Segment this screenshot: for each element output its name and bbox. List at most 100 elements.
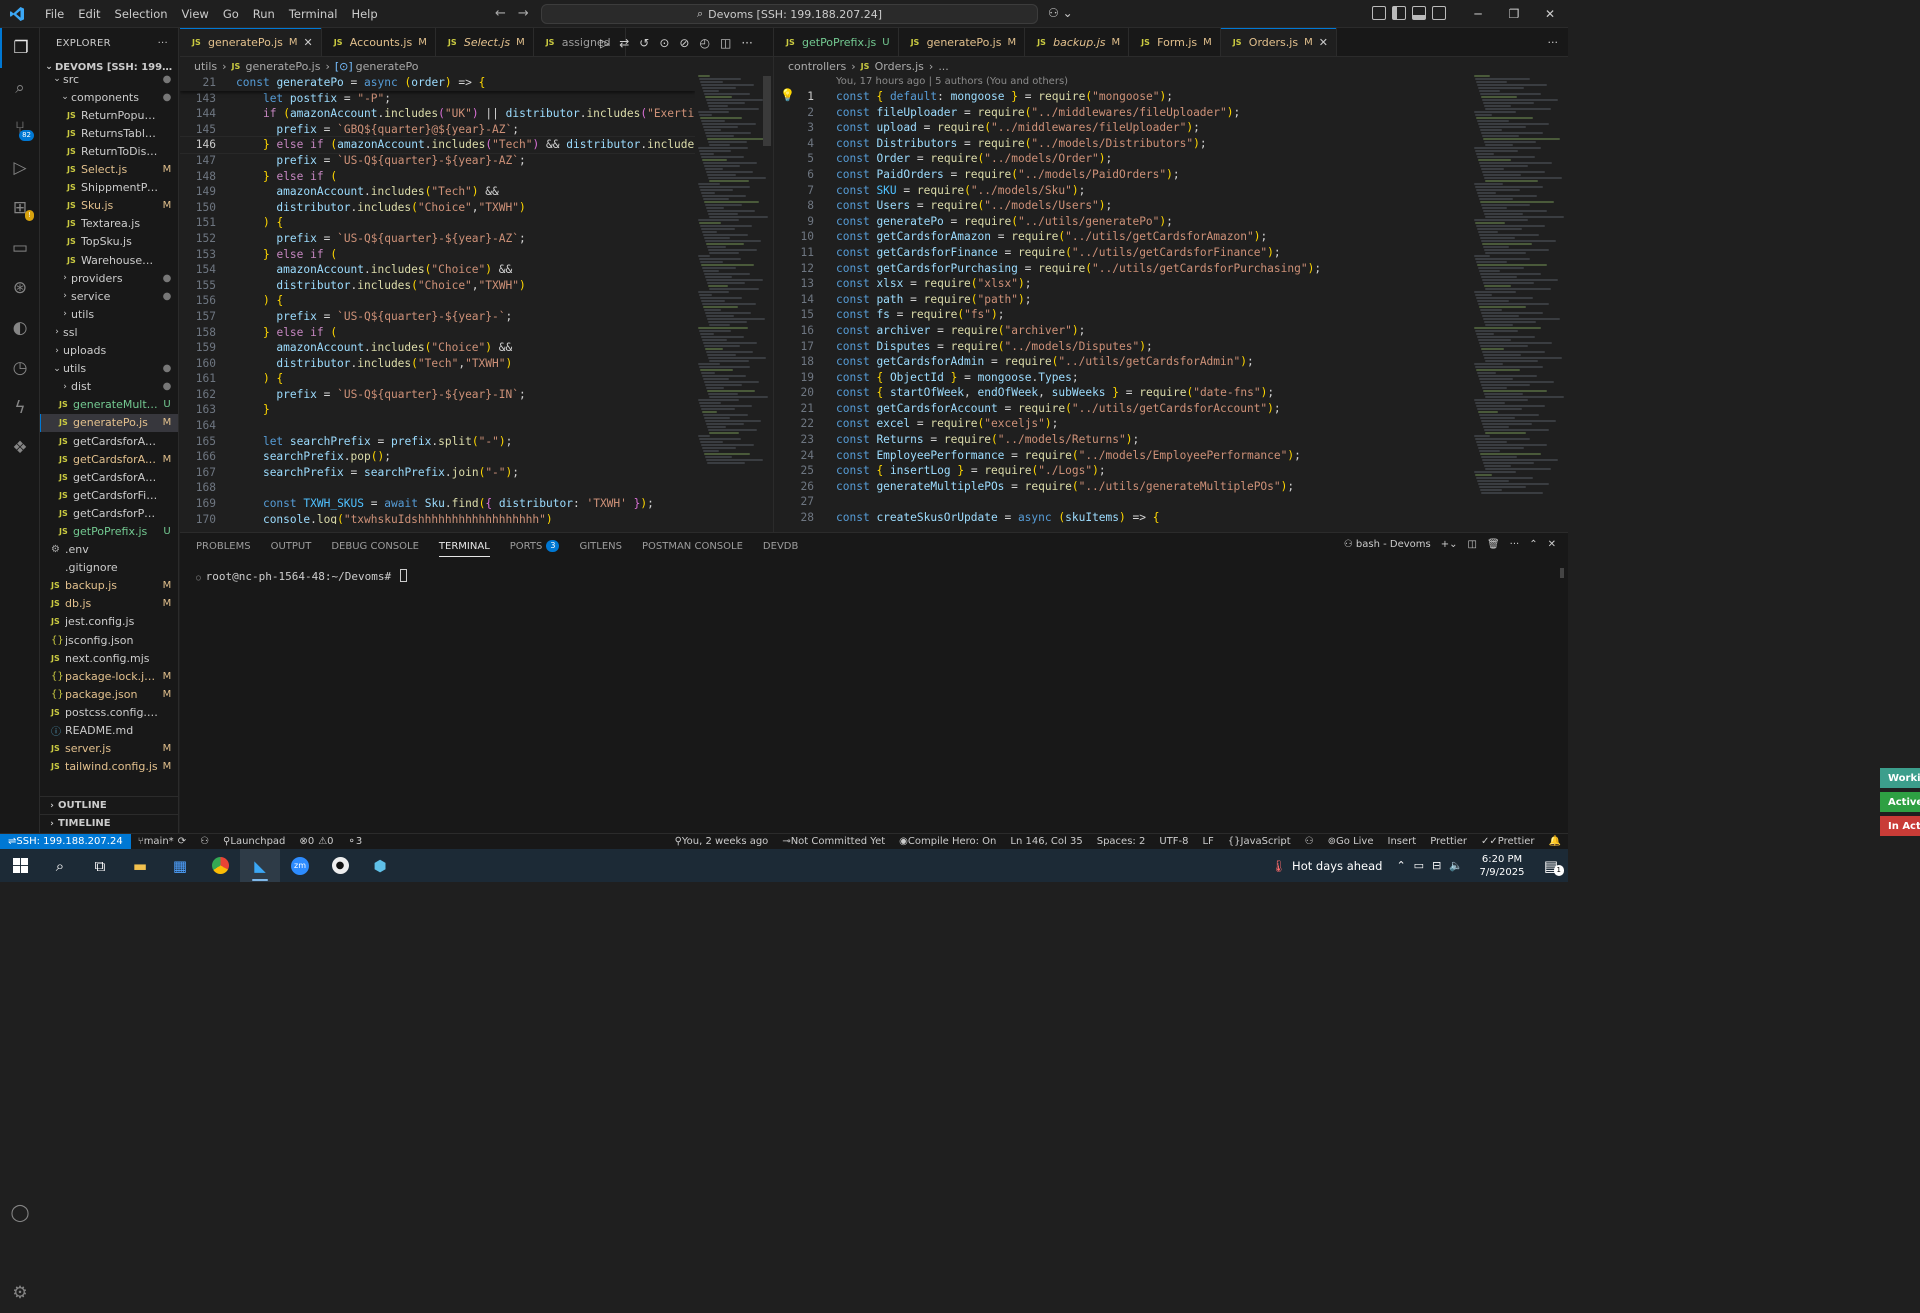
gitlens-icon[interactable]: ⊛ [0,268,40,308]
code-line[interactable]: 168 [180,480,695,496]
right-code-area[interactable]: 1 const { default: mongoose } = require("… [774,89,1469,529]
menu-help[interactable]: Help [344,7,384,21]
branch-indicator[interactable]: ⑂ main* ⟳ [131,836,193,847]
revert-icon[interactable]: ↺ [639,36,649,50]
prev-change-icon[interactable]: ⊙ [659,36,669,50]
code-line[interactable]: 158 } else if ( [180,325,695,341]
blame-status[interactable]: ⚲ You, 2 weeks ago [668,836,776,847]
tree-item[interactable]: JS TopSku.js [40,233,178,251]
close-tab-icon[interactable]: ✕ [1319,36,1328,49]
code-line[interactable]: 26 const generateMultiplePOs = require(".… [774,479,1469,495]
right-minimap[interactable] [1474,74,1564,524]
tree-item[interactable]: JS jest.config.js [40,613,178,631]
outline-section[interactable]: › OUTLINE [40,796,178,814]
weather-widget[interactable]: 🌡 Hot days ahead [1264,859,1389,873]
code-line[interactable]: 7 const SKU = require("../models/Sku"); [774,183,1469,199]
zoom-icon[interactable]: zm [280,849,320,882]
more-actions-icon[interactable]: ··· [1510,539,1520,550]
terminal-profile[interactable]: ⚇ bash - Devoms [1344,539,1431,550]
tree-item[interactable]: JS getCardsforPurchasi... [40,504,178,522]
new-terminal-icon[interactable]: +⌄ [1441,539,1458,550]
code-line[interactable]: 156 ) { [180,293,695,309]
tree-item[interactable]: JS generateMulti... U [40,396,178,414]
codelens-blame[interactable]: You, 17 hours ago | 5 authors (You and o… [774,75,1568,89]
maximize-panel-icon[interactable]: ⌃ [1529,539,1537,550]
editor-tab[interactable]: JS generatePo.js M [899,28,1026,56]
editor-tab[interactable]: JS getPoPrefix.js U [774,28,899,56]
run-icon[interactable]: ▷ [600,36,609,50]
tree-item[interactable]: › providers ● [40,269,178,287]
left-minimap[interactable] [698,74,769,524]
launchpad-item[interactable]: ⚲ Launchpad [216,836,292,847]
toast-active[interactable]: Active [1880,792,1920,812]
code-line[interactable]: 150 distributor.includes("Choice","TXWH"… [180,200,695,216]
windows-start-icon[interactable] [0,849,40,882]
kill-terminal-icon[interactable]: 🗑 [1487,539,1500,550]
code-line[interactable]: 9 const generatePo = require("../utils/ge… [774,214,1469,230]
code-line[interactable]: 4 const Distributors = require("../models… [774,136,1469,152]
tree-item[interactable]: JS server.js M [40,740,178,758]
code-line[interactable]: 154 amazonAccount.includes("Choice") && [180,262,695,278]
editor-tab[interactable]: JS Accounts.js M [322,28,436,56]
chrome-icon[interactable] [200,849,240,882]
tree-item[interactable]: › ssl [40,323,178,341]
terminal-scrollbar[interactable] [1560,568,1564,578]
code-line[interactable]: 12 const getCardsforPurchasing = require(… [774,261,1469,277]
code-line[interactable]: 146 } else if (amazonAccount.includes("T… [180,136,695,154]
tree-item[interactable]: JS getCardsforAd... M [40,450,178,468]
breadcrumb-item[interactable]: Orders.js [875,60,924,73]
code-line[interactable]: 10 const getCardsforAmazon = require("../… [774,229,1469,245]
prettier-check-status[interactable]: ✓✓ Prettier [1474,836,1542,847]
code-line[interactable]: 19 const { ObjectId } = mongoose.Types; [774,370,1469,386]
tree-item[interactable]: JS ReturnsTable.js [40,124,178,142]
go-live-button[interactable]: ⊚ Go Live [1321,836,1381,847]
code-line[interactable]: 13 const xlsx = require("xlsx"); [774,276,1469,292]
clock[interactable]: 6:20 PM 7/9/2025 [1470,853,1534,879]
compare-icon[interactable]: ⇄ [619,36,629,50]
editor-tab[interactable]: JS generatePo.js M ✕ [180,28,322,56]
code-line[interactable]: 144 if (amazonAccount.includes("UK") || … [180,106,695,122]
code-line[interactable]: 14 const path = require("path"); [774,292,1469,308]
code-line[interactable]: 1 const { default: mongoose } = require("… [774,89,1469,105]
taskbar-search-icon[interactable]: ⌕ [40,849,80,882]
terminal[interactable]: ○ root@nc-ph-1564-48:~/Devoms# [180,559,1568,593]
code-line[interactable]: 18 const getCardsforAdmin = require("../u… [774,354,1469,370]
search-view-icon[interactable]: ⌕ [0,68,40,108]
back-arrow-icon[interactable]: ← [495,6,518,21]
panel-tab-ports[interactable]: PORTS 3 [510,533,560,559]
code-line[interactable]: 161 ) { [180,371,695,387]
tree-item[interactable]: JS backup.js M [40,577,178,595]
tree-item[interactable]: ⚙ .env [40,541,178,559]
tree-item[interactable]: ⌄ utils ● [40,360,178,378]
restore-icon[interactable]: ❐ [1496,7,1532,21]
code-line[interactable]: 2 const fileUploader = require("../middle… [774,105,1469,121]
settings-gear-icon[interactable]: ⚙ [0,1273,40,1313]
editor-tab[interactable]: JS Select.js M [436,28,534,56]
split-editor-icon[interactable]: ◫ [720,36,731,50]
insert-mode[interactable]: Insert [1381,836,1424,847]
code-line[interactable]: 151 ) { [180,215,695,231]
toast-inactive[interactable]: In Acti [1880,816,1920,836]
action-center-icon[interactable]: ▤ 1 [1534,849,1568,882]
volume-icon[interactable]: 🔈 [1449,859,1463,872]
source-control-icon[interactable]: ⑂ 82 [0,108,40,148]
tree-item[interactable]: JS WarehouseReturn.js [40,251,178,269]
menu-go[interactable]: Go [216,7,246,21]
code-line[interactable]: 23 const Returns = require("../models/Ret… [774,432,1469,448]
editor-tab[interactable]: JS Orders.js M ✕ [1220,28,1337,56]
tree-item[interactable]: ⌄ components ● [40,88,178,106]
battery-icon[interactable]: ▭ [1414,859,1424,872]
layout-customize-icon[interactable] [1372,6,1386,20]
code-line[interactable]: 25 const { insertLog } = require("./Logs"… [774,463,1469,479]
code-line[interactable]: 170 console.log("txwhskuIdshhhhhhhhhhhhh… [180,512,695,524]
menu-view[interactable]: View [175,7,216,21]
panel-tab-debug-console[interactable]: DEBUG CONSOLE [331,533,419,559]
breadcrumb-item[interactable]: generatePo [356,60,419,73]
menu-edit[interactable]: Edit [71,7,107,21]
code-line[interactable]: 148 } else if ( [180,169,695,185]
extensions-icon[interactable]: ⊞! [0,188,40,228]
cursor-position[interactable]: Ln 146, Col 35 [1003,836,1089,847]
close-tab-icon[interactable]: ✕ [304,36,313,49]
more-actions-icon[interactable]: ··· [1548,36,1559,49]
tree-item[interactable]: JS ShippmentPending... [40,179,178,197]
